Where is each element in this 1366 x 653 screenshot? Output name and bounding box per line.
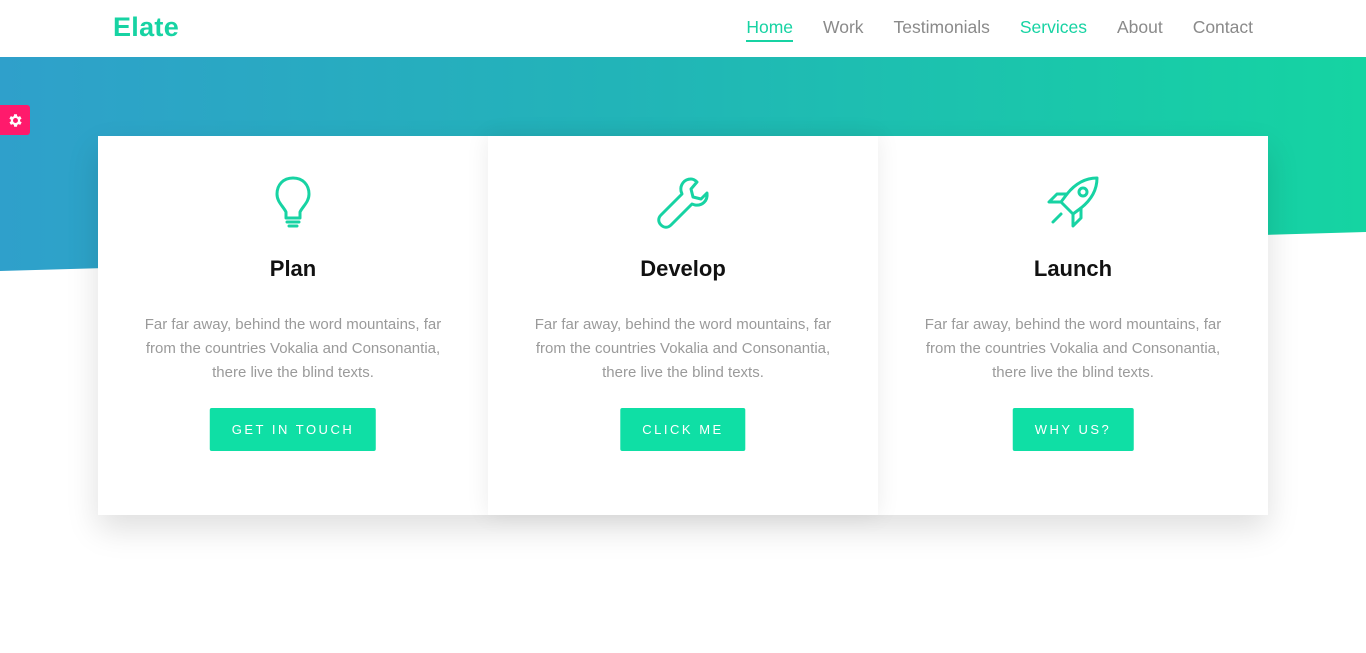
nav-contact[interactable]: Contact	[1193, 17, 1253, 40]
get-in-touch-button[interactable]: GET IN TOUCH	[209, 408, 377, 451]
gear-icon	[8, 113, 22, 127]
card-description: Far far away, behind the word mountains,…	[144, 316, 442, 381]
main-nav: Home Work Testimonials Services About Co…	[746, 17, 1253, 42]
nav-item: Contact	[1193, 17, 1253, 42]
wrench-icon	[657, 177, 709, 229]
nav-home[interactable]: Home	[746, 17, 794, 42]
card-title: Develop	[640, 256, 726, 281]
card-description: Far far away, behind the word mountains,…	[534, 316, 832, 381]
nav-item: Testimonials	[894, 17, 990, 42]
nav-about[interactable]: About	[1117, 17, 1163, 40]
lightbulb-icon	[275, 176, 311, 228]
services-cards: Plan Far far away, behind the word mount…	[98, 136, 1268, 515]
navbar: Elate Home Work Testimonials Services Ab…	[0, 0, 1366, 57]
click-me-button[interactable]: CLICK ME	[620, 408, 746, 451]
service-card-plan: Plan Far far away, behind the word mount…	[98, 136, 488, 515]
rocket-icon	[1047, 176, 1099, 228]
card-title: Launch	[1033, 256, 1113, 281]
nav-work[interactable]: Work	[823, 17, 864, 40]
settings-toggle[interactable]	[0, 105, 30, 135]
card-title: Plan	[269, 256, 317, 281]
card-description: Far far away, behind the word mountains,…	[924, 316, 1222, 381]
service-card-launch: Launch Far far away, behind the word mou…	[878, 136, 1268, 515]
nav-item: Home	[746, 17, 794, 42]
nav-item: Services	[1020, 17, 1087, 42]
brand-logo[interactable]: Elate	[113, 12, 179, 43]
why-us-button[interactable]: WHY US?	[1012, 408, 1134, 451]
nav-services[interactable]: Services	[1020, 17, 1087, 40]
nav-testimonials[interactable]: Testimonials	[894, 17, 990, 40]
service-card-develop: Develop Far far away, behind the word mo…	[488, 136, 878, 515]
nav-item: About	[1117, 17, 1163, 42]
nav-item: Work	[823, 17, 864, 42]
